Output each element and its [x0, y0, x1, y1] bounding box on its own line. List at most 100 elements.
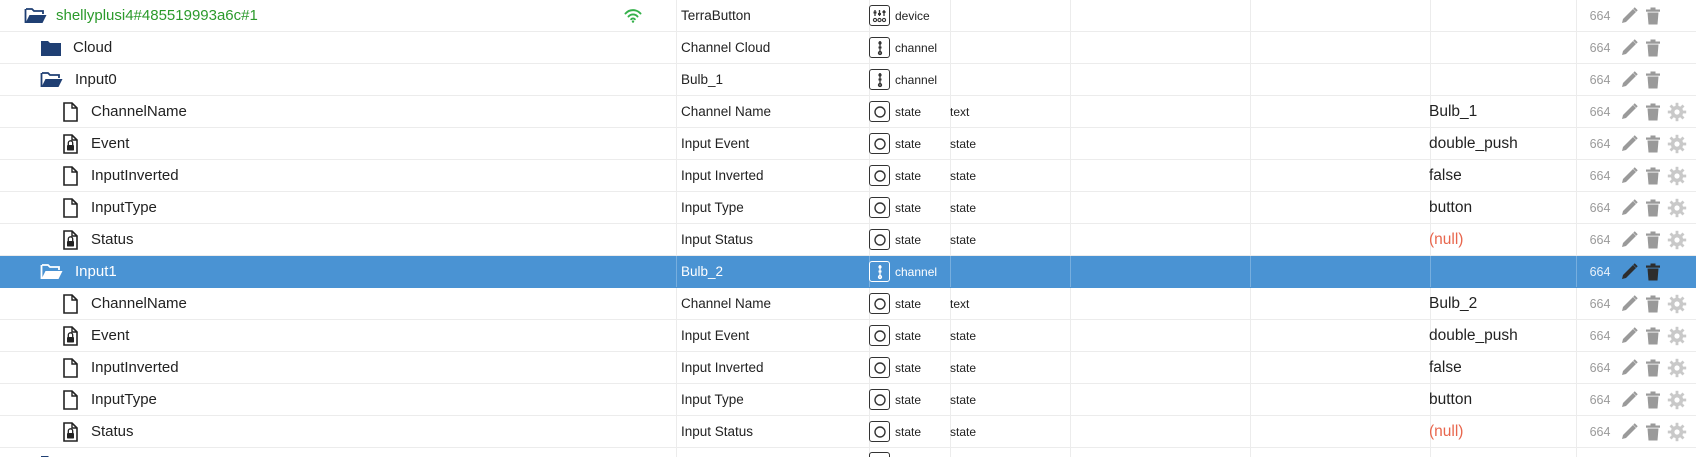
edit-icon[interactable]: [1617, 324, 1641, 348]
tree-row-selected[interactable]: Input1 Bulb_2 channel 664: [0, 256, 1696, 288]
edit-icon[interactable]: [1617, 68, 1641, 92]
edit-icon[interactable]: [1617, 228, 1641, 252]
object-value[interactable]: false: [1429, 352, 1569, 383]
folder-icon[interactable]: [40, 38, 62, 58]
tree-row[interactable]: Cloud Channel Cloud channel 664: [0, 32, 1696, 64]
object-title: Input Inverted: [681, 360, 764, 375]
object-value[interactable]: false: [1429, 160, 1569, 191]
object-value[interactable]: [1429, 32, 1569, 63]
delete-icon[interactable]: [1641, 4, 1665, 28]
object-value[interactable]: double_push: [1429, 128, 1569, 159]
object-type: text: [950, 296, 970, 311]
object-value[interactable]: Bulb_1: [1429, 96, 1569, 127]
gear-icon[interactable]: [1665, 196, 1689, 220]
gear-icon[interactable]: [1665, 292, 1689, 316]
column-separator: [1250, 448, 1251, 457]
tree-row[interactable]: Event Input Event state state double_push 664: [0, 128, 1696, 160]
role-cell: device: [869, 0, 949, 31]
tree-row[interactable]: InputType Input Type state state button 664: [0, 384, 1696, 416]
tree-row[interactable]: ChannelName Channel Name state text Bulb_1 66…: [0, 96, 1696, 128]
tree-row[interactable]: Status Input Status state state (null) 664: [0, 224, 1696, 256]
delete-icon[interactable]: [1641, 100, 1665, 124]
delete-icon[interactable]: [1641, 68, 1665, 92]
object-value[interactable]: [1429, 64, 1569, 95]
delete-icon[interactable]: [1641, 292, 1665, 316]
edit-icon[interactable]: [1617, 388, 1641, 412]
folder-open-icon[interactable]: [24, 6, 48, 26]
tree-row[interactable]: ChannelName Channel Name state text Bulb_2 66…: [0, 288, 1696, 320]
tree-row-partial[interactable]: [0, 448, 1696, 457]
tree-row[interactable]: Input0 Bulb_1 channel 664: [0, 64, 1696, 96]
tree-row[interactable]: Status Input Status state state (null) 664: [0, 416, 1696, 448]
edit-icon[interactable]: [1617, 132, 1641, 156]
gear-icon[interactable]: [1665, 388, 1689, 412]
edit-icon[interactable]: [1617, 100, 1641, 124]
edit-icon[interactable]: [1617, 36, 1641, 60]
object-value[interactable]: [1429, 256, 1569, 287]
delete-icon[interactable]: [1641, 420, 1665, 444]
delete-icon[interactable]: [1641, 260, 1665, 284]
edit-icon[interactable]: [1617, 292, 1641, 316]
delete-icon[interactable]: [1641, 356, 1665, 380]
edit-icon[interactable]: [1617, 260, 1641, 284]
row-actions: [1617, 320, 1696, 351]
column-separator: [676, 128, 677, 159]
column-separator: [676, 224, 677, 255]
state-icon: [869, 389, 890, 410]
column-separator: [1250, 416, 1251, 447]
delete-icon[interactable]: [1641, 164, 1665, 188]
object-value[interactable]: button: [1429, 384, 1569, 415]
tree-row[interactable]: InputInverted Input Inverted state state fal…: [0, 352, 1696, 384]
gear-icon[interactable]: [1665, 100, 1689, 124]
object-value[interactable]: (null): [1429, 416, 1569, 447]
acl-number: 664: [1589, 200, 1611, 215]
column-separator: [1070, 224, 1071, 255]
gear-icon[interactable]: [1665, 420, 1689, 444]
role-label: state: [895, 360, 922, 375]
folder-open-icon[interactable]: [40, 262, 64, 282]
tree-row[interactable]: Event Input Event state state double_push 664: [0, 320, 1696, 352]
name-cell: shellyplusi4#485519993a6c#1: [0, 0, 676, 31]
edit-icon[interactable]: [1617, 164, 1641, 188]
delete-icon[interactable]: [1641, 388, 1665, 412]
delete-icon[interactable]: [1641, 132, 1665, 156]
gear-icon[interactable]: [1665, 228, 1689, 252]
tree-row[interactable]: shellyplusi4#485519993a6c#1 TerraButton …: [0, 0, 1696, 32]
object-value[interactable]: (null): [1429, 224, 1569, 255]
column-separator: [1070, 96, 1071, 127]
delete-icon[interactable]: [1641, 228, 1665, 252]
channel-icon: [869, 261, 890, 282]
object-title: Input Event: [681, 136, 750, 151]
delete-icon[interactable]: [1641, 196, 1665, 220]
name-cell: Status: [0, 416, 676, 447]
edit-icon[interactable]: [1617, 4, 1641, 28]
column-separator: [1576, 384, 1577, 415]
object-value[interactable]: button: [1429, 192, 1569, 223]
delete-icon[interactable]: [1641, 324, 1665, 348]
edit-icon[interactable]: [1617, 420, 1641, 444]
column-separator: [1070, 160, 1071, 191]
object-value[interactable]: double_push: [1429, 320, 1569, 351]
gear-icon[interactable]: [1665, 324, 1689, 348]
gear-icon[interactable]: [1665, 132, 1689, 156]
gear-icon[interactable]: [1665, 164, 1689, 188]
edit-icon[interactable]: [1617, 356, 1641, 380]
row-actions: [1617, 416, 1696, 447]
delete-icon[interactable]: [1641, 36, 1665, 60]
row-actions: [1617, 160, 1696, 191]
column-separator: [1070, 128, 1071, 159]
folder-open-icon[interactable]: [40, 70, 64, 90]
object-value[interactable]: [1429, 0, 1569, 31]
tree-row[interactable]: InputInverted Input Inverted state state fal…: [0, 160, 1696, 192]
gear-icon[interactable]: [1665, 356, 1689, 380]
edit-icon[interactable]: [1617, 196, 1641, 220]
acl-number: 664: [1589, 136, 1611, 151]
object-value[interactable]: Bulb_2: [1429, 288, 1569, 319]
tree-row[interactable]: InputType Input Type state state button 664: [0, 192, 1696, 224]
object-name: InputInverted: [91, 359, 179, 376]
folder-icon[interactable]: [40, 453, 62, 457]
object-type: state: [950, 392, 977, 407]
role-cell: state: [869, 352, 949, 383]
name-cell: InputInverted: [0, 352, 676, 383]
column-separator: [1576, 96, 1577, 127]
